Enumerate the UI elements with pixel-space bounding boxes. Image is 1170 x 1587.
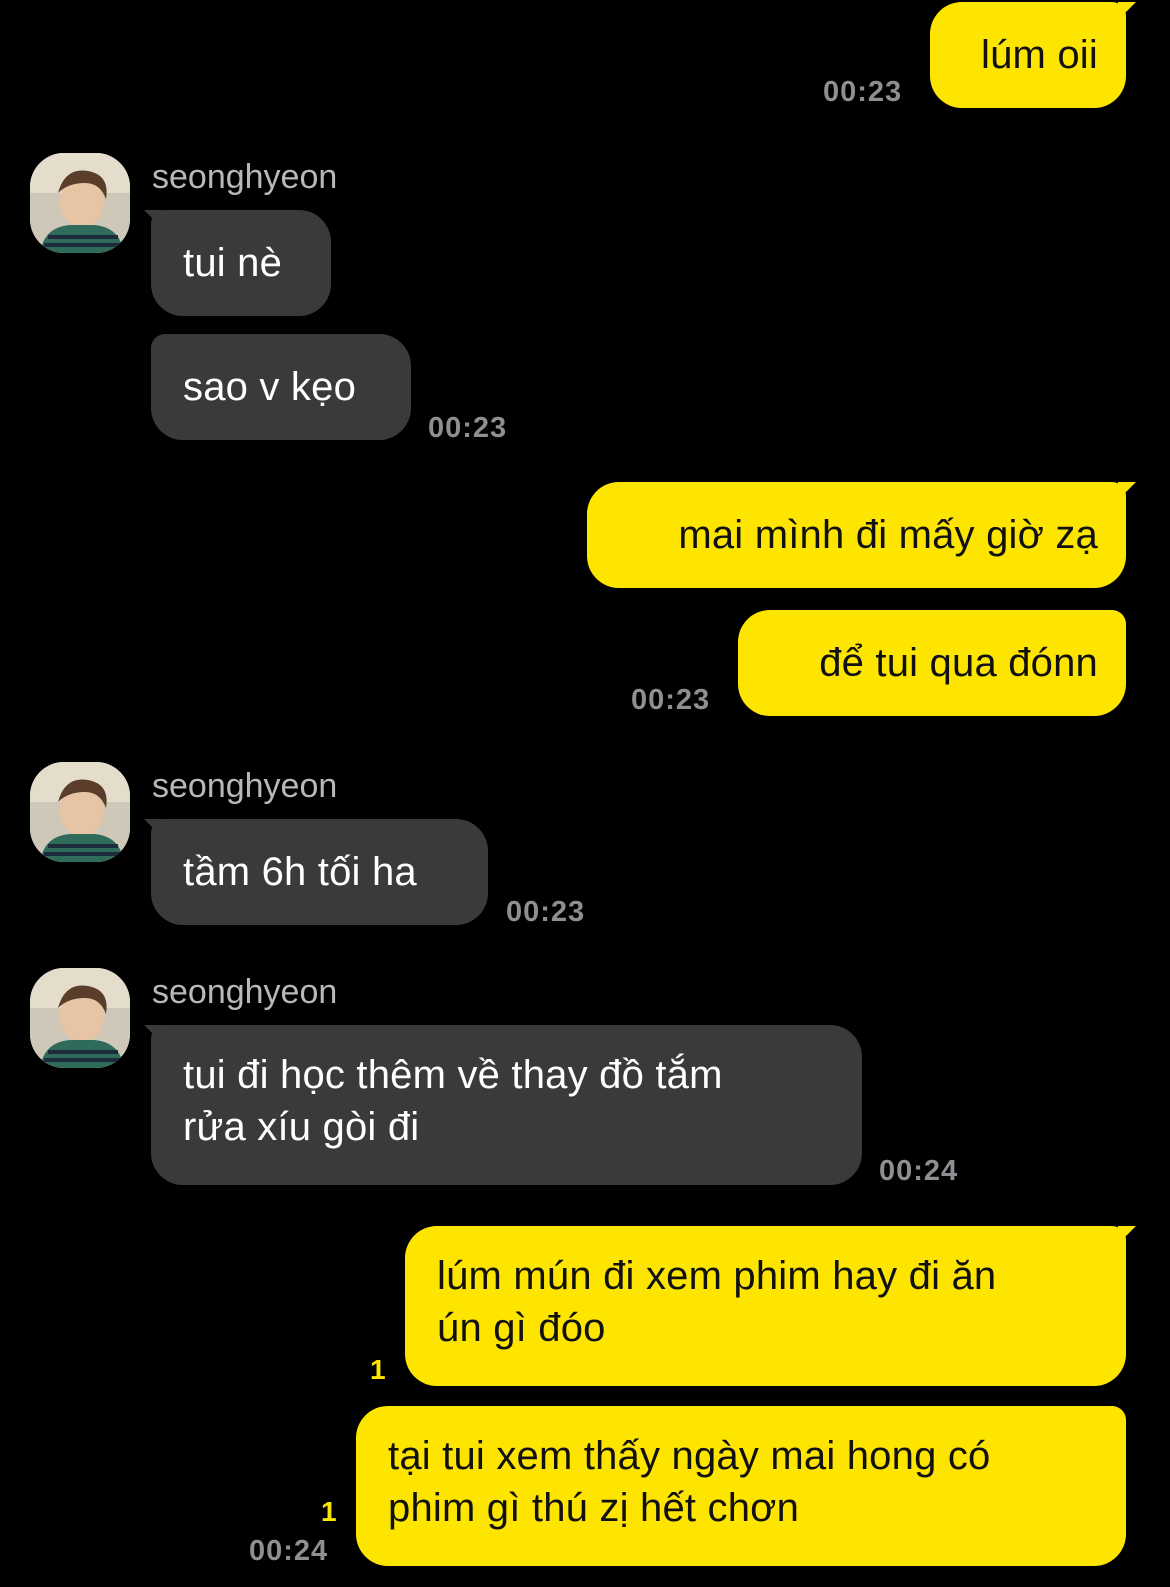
message-text-line: tui đi học thêm về thay đồ tắm <box>183 1053 723 1097</box>
avatar[interactable] <box>30 762 130 862</box>
avatar[interactable] <box>30 153 130 253</box>
message-timestamp: 00:23 <box>428 412 508 444</box>
their-message-bubble[interactable]: sao v kẹo <box>151 334 411 440</box>
their-message-bubble[interactable]: tui nè <box>151 210 331 316</box>
my-message-bubble[interactable]: để tui qua đónn <box>738 610 1126 716</box>
my-message-bubble[interactable]: lúm mún đi xem phim hay đi ăn ún gì đóo <box>405 1226 1126 1386</box>
bubble-tail <box>1118 2 1136 20</box>
message-text: để tui qua đónn <box>819 641 1098 685</box>
unread-count: 1 <box>370 1354 386 1385</box>
message-text-line: ún gì đóo <box>437 1306 606 1350</box>
message-text-line: rửa xíu gòi đi <box>183 1105 420 1149</box>
their-message-bubble[interactable]: tầm 6h tối ha <box>151 819 488 925</box>
message-text-line: phim gì thú zị hết chơn <box>388 1486 800 1530</box>
avatar[interactable] <box>30 968 130 1068</box>
sender-name: seonghyeon <box>152 158 338 196</box>
message-text-line: tại tui xem thấy ngày mai hong có <box>388 1434 991 1478</box>
message-timestamp: 00:23 <box>506 896 586 928</box>
message-text-line: lúm mún đi xem phim hay đi ăn <box>437 1254 997 1298</box>
my-message-bubble[interactable]: lúm oii <box>930 2 1126 108</box>
bubble-tail <box>1118 482 1136 500</box>
message-text: lúm oii <box>981 33 1098 77</box>
their-message-bubble[interactable]: tui đi học thêm về thay đồ tắm rửa xíu g… <box>151 1025 862 1185</box>
profile-photo-icon <box>30 153 130 253</box>
profile-photo-icon <box>30 968 130 1068</box>
message-timestamp: 00:24 <box>249 1535 329 1567</box>
message-text: tui nè <box>183 241 283 285</box>
sender-name: seonghyeon <box>152 767 338 805</box>
my-message-bubble[interactable]: tại tui xem thấy ngày mai hong có phim g… <box>356 1406 1126 1566</box>
message-timestamp: 00:24 <box>879 1155 959 1187</box>
bubble-tail <box>1118 1226 1136 1244</box>
profile-photo-icon <box>30 762 130 862</box>
message-text: sao v kẹo <box>183 365 357 409</box>
message-text: tầm 6h tối ha <box>183 850 417 894</box>
sender-name: seonghyeon <box>152 973 338 1011</box>
my-message-bubble[interactable]: mai mình đi mấy giờ zạ <box>587 482 1126 588</box>
unread-count: 1 <box>321 1496 337 1527</box>
message-timestamp: 00:23 <box>823 76 903 108</box>
message-timestamp: 00:23 <box>631 684 711 716</box>
message-text: mai mình đi mấy giờ zạ <box>678 513 1098 557</box>
